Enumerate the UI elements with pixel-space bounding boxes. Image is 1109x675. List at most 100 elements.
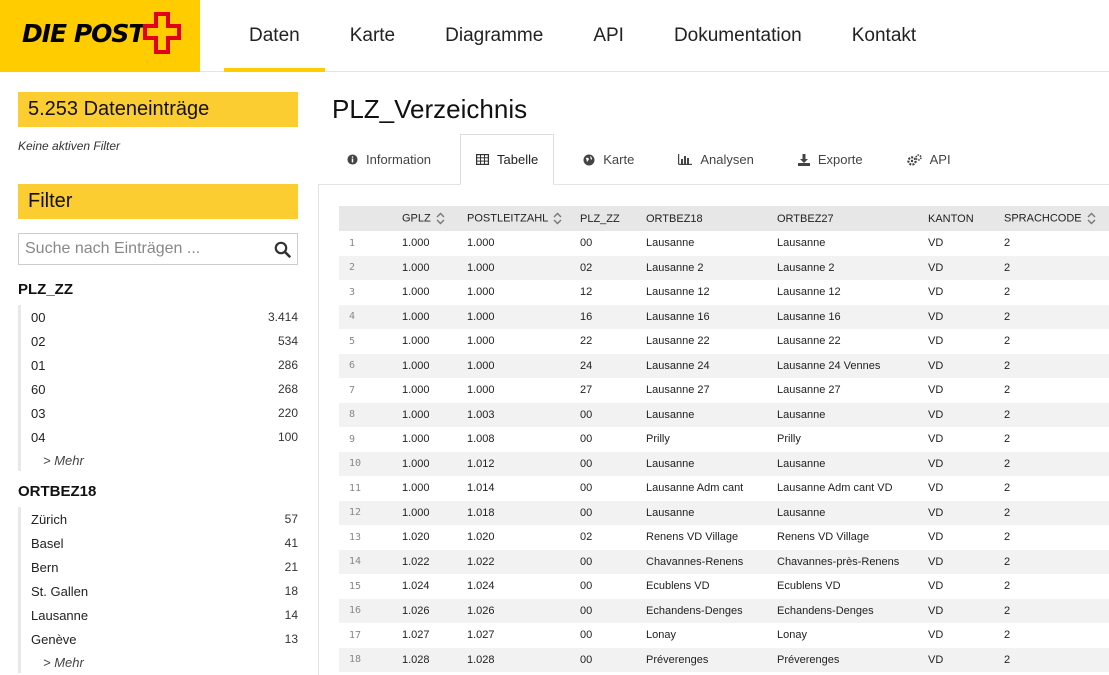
tab-api[interactable]: API: [892, 134, 966, 185]
table-cell: Lausanne: [646, 500, 777, 525]
facet-item[interactable]: 00 3.414: [31, 305, 298, 329]
table-cell: 1.000: [402, 286, 430, 299]
table-cell: 2: [1004, 451, 1109, 476]
facet-item-label: Bern: [31, 559, 59, 575]
tab-label: Information: [366, 152, 432, 167]
table-cell: 2: [1004, 580, 1011, 593]
table-cell: Lausanne 16: [646, 304, 777, 329]
table-cell: 1.012: [467, 451, 580, 476]
facet-item-label: 02: [31, 333, 46, 349]
table-row[interactable]: 14 1.022 1.022 00 Chavannes-Renens Chavannes-…: [339, 549, 1109, 574]
table-row[interactable]: 4 1.000 1.000 16 Lausanne 16 Lausanne 16 VD 2: [339, 304, 1109, 329]
sort-icon[interactable]: [431, 212, 445, 225]
table-row[interactable]: 10 1.000 1.012 00 Lausanne Lausanne VD 2: [339, 451, 1109, 476]
table-cell: Lausanne: [777, 402, 928, 427]
facet-item-label: Basel: [31, 535, 64, 551]
table-cell: 00: [580, 598, 646, 623]
tab-information[interactable]: Information: [332, 134, 446, 185]
tab-tabelle[interactable]: Tabelle: [460, 134, 555, 185]
table-cell: Chavannes-près-Renens: [777, 549, 928, 574]
table-cell: 1.000: [402, 353, 467, 378]
row-number: 2: [339, 255, 402, 280]
facet-item[interactable]: Bern 21: [31, 555, 298, 579]
table-cell: 1.000: [402, 500, 467, 525]
facet-item-count: 3.414: [267, 310, 298, 324]
tab-karte[interactable]: Karte: [568, 134, 649, 185]
facet-item-count: 57: [284, 512, 298, 526]
table-cell: 22: [580, 335, 593, 348]
table-row[interactable]: 8 1.000 1.003 00 Lausanne Lausanne VD 2: [339, 402, 1109, 427]
table-cell: Chavannes-Renens: [646, 549, 777, 574]
post-logo[interactable]: DIE POST: [0, 0, 200, 72]
column-header-kanton[interactable]: KANTON: [928, 206, 1004, 231]
table-row[interactable]: 7 1.000 1.000 27 Lausanne 27 Lausanne 27 VD 2: [339, 378, 1109, 403]
facet-item[interactable]: Genève 13: [31, 627, 298, 651]
download-icon: [797, 153, 814, 166]
table-cell: 1.000: [467, 304, 580, 329]
table-row[interactable]: 11 1.000 1.014 00 Lausanne Adm cant Lausanne …: [339, 476, 1109, 501]
logo-text: DIE POST: [22, 19, 145, 48]
nav-kontakt[interactable]: Kontakt: [827, 0, 941, 72]
facet-item[interactable]: St. Gallen 18: [31, 579, 298, 603]
table-row[interactable]: 15 1.024 1.024 00 Ecublens VD Ecublens VD VD 2: [339, 574, 1109, 599]
column-header-plz_zz[interactable]: PLZ_ZZ: [580, 206, 646, 231]
facet-item[interactable]: 60 268: [31, 377, 298, 401]
column-header-ortbez27[interactable]: ORTBEZ27: [777, 206, 928, 231]
table-cell: VD: [928, 482, 944, 495]
facet-item[interactable]: 04 100: [31, 425, 298, 449]
facet-item[interactable]: Zürich 57: [31, 507, 298, 531]
facet-item[interactable]: Basel 41: [31, 531, 298, 555]
facet-item[interactable]: 01 286: [31, 353, 298, 377]
table-cell: 00: [580, 402, 646, 427]
column-header-sprachcode[interactable]: SPRACHCODE: [1004, 206, 1109, 231]
facet-item-label: Genève: [31, 631, 77, 647]
table-row[interactable]: 2 1.000 1.000 02 Lausanne 2 Lausanne 2 VD 2: [339, 255, 1109, 280]
table-cell: 2: [1004, 402, 1109, 427]
more-link[interactable]: > Mehr: [31, 449, 298, 471]
column-header-postleitzahl[interactable]: POSTLEITZAHL: [467, 206, 580, 231]
table-row[interactable]: 3 1.000 1.000 12 Lausanne 12 Lausanne 12 VD 2: [339, 280, 1109, 305]
table-cell: 1.028: [467, 647, 580, 672]
nav-api[interactable]: API: [568, 0, 649, 72]
table-cell: VD: [928, 531, 944, 544]
nav-dokumentation[interactable]: Dokumentation: [649, 0, 827, 72]
table-row[interactable]: 13 1.020 1.020 02 Renens VD Village Renens VD…: [339, 525, 1109, 550]
column-header-ortbez18[interactable]: ORTBEZ18: [646, 206, 777, 231]
table-cell: VD: [928, 433, 944, 446]
nav-karte[interactable]: Karte: [325, 0, 420, 72]
column-header-gplz[interactable]: GPLZ: [402, 206, 467, 231]
table-cell: VD: [928, 647, 1004, 672]
tab-analysen[interactable]: Analysen: [663, 134, 768, 185]
table-row[interactable]: 18 1.028 1.028 00 Préverenges Préverenges VD 2: [339, 647, 1109, 672]
main-nav: Daten Karte Diagramme API Dokumentation Konta…: [224, 0, 941, 72]
table-row[interactable]: 12 1.000 1.018 00 Lausanne Lausanne VD 2: [339, 500, 1109, 525]
nav-daten[interactable]: Daten: [224, 0, 325, 72]
search-input[interactable]: [19, 234, 297, 264]
sort-icon[interactable]: [548, 212, 562, 225]
table-row[interactable]: 17 1.027 1.027 00 Lonay Lonay VD 2: [339, 623, 1109, 648]
table-cell: 1.027: [402, 629, 430, 642]
row-number: 9: [349, 433, 356, 445]
nav-diagramme[interactable]: Diagramme: [420, 0, 568, 72]
facet-item-label: 04: [31, 429, 46, 445]
table-row[interactable]: 1 1.000 1.000 00 Lausanne Lausanne VD 2: [339, 231, 1109, 256]
table-row[interactable]: 16 1.026 1.026 00 Echandens-Denges Echandens-…: [339, 598, 1109, 623]
sort-icon[interactable]: [1082, 212, 1096, 225]
tab-exporte[interactable]: Exporte: [783, 134, 878, 185]
more-link[interactable]: > Mehr: [31, 651, 298, 673]
facet-item[interactable]: Lausanne 14: [31, 603, 298, 627]
row-number: 12: [339, 500, 402, 525]
facet-item[interactable]: 02 534: [31, 329, 298, 353]
facet-item[interactable]: 03 220: [31, 401, 298, 425]
table-cell: 1.000: [402, 451, 467, 476]
table-row[interactable]: 9 1.000 1.008 00 Prilly Prilly VD 2: [339, 427, 1109, 452]
table-row[interactable]: 5 1.000 1.000 22 Lausanne 22 Lausanne 22 VD 2: [339, 329, 1109, 354]
table-cell: 1.000: [402, 384, 430, 397]
table-cell: VD: [928, 353, 1004, 378]
table-cell: 2: [1004, 255, 1109, 280]
table-cell: Renens VD Village: [646, 531, 739, 544]
search-icon[interactable]: [274, 241, 291, 258]
table-cell: VD: [928, 451, 1004, 476]
active-filters-note: Keine aktiven Filter: [18, 139, 121, 153]
table-row[interactable]: 6 1.000 1.000 24 Lausanne 24 Lausanne 24 Venn…: [339, 353, 1109, 378]
